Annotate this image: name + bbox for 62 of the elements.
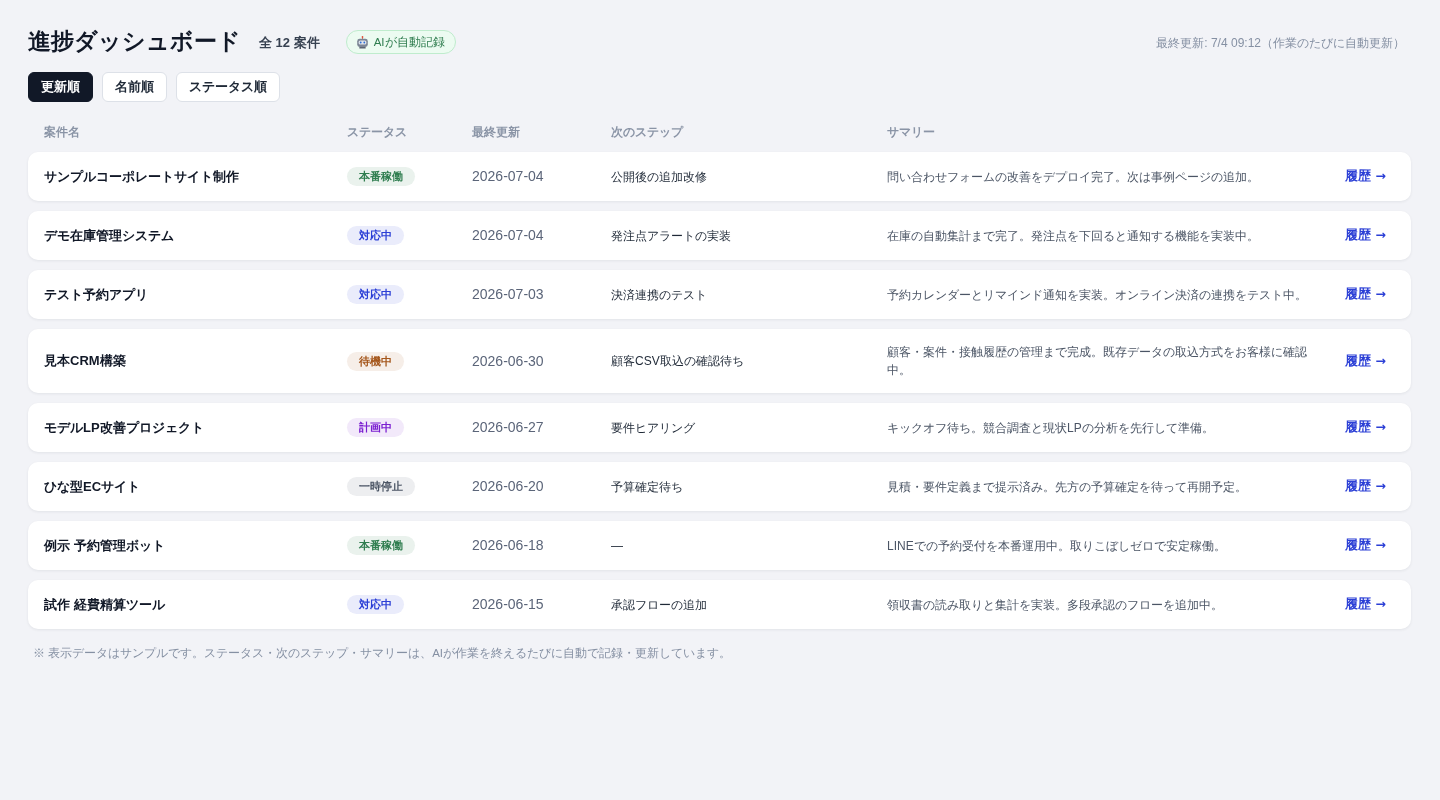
updated-date: 2026-07-04 [472, 167, 544, 187]
next-step-text: 予算確定待ち [611, 478, 683, 496]
updated-date: 2026-06-27 [472, 418, 544, 438]
project-name: サンプルコーポレートサイト制作 [44, 167, 239, 186]
summary-text: 在庫の自動集計まで完了。発注点を下回ると通知する機能を実装中。 [887, 227, 1259, 245]
last-updated-text: 最終更新: 7/4 09:12（作業のたびに自動更新） [1156, 35, 1405, 52]
project-name: テスト予約アプリ [44, 285, 148, 304]
sort-button[interactable]: 更新順 [28, 72, 93, 102]
history-link[interactable]: 履歴 → [1345, 595, 1386, 615]
updated-date: 2026-07-04 [472, 226, 544, 246]
column-header: 案件名 [44, 124, 80, 140]
project-name: モデルLP改善プロジェクト [44, 418, 204, 437]
history-link[interactable]: 履歴 → [1345, 418, 1386, 438]
status-label: 計画中 [347, 418, 404, 438]
updated-date: 2026-06-20 [472, 477, 544, 497]
robot-icon [355, 35, 369, 49]
column-header: 次のステップ [611, 124, 683, 140]
status-label: 対応中 [347, 595, 404, 615]
history-link[interactable]: 履歴 → [1345, 351, 1386, 371]
next-step-text: — [611, 537, 623, 555]
updated-date: 2026-06-30 [472, 351, 544, 371]
updated-date: 2026-06-15 [472, 595, 544, 615]
project-name: 試作 経費精算ツール [44, 595, 165, 614]
project-count: 全 12 案件 [259, 34, 320, 53]
summary-text: キックオフ待ち。競合調査と現状LPの分析を先行して準備。 [887, 419, 1214, 437]
summary-text: 見積・要件定義まで提示済み。先方の予算確定を待って再開予定。 [887, 478, 1247, 496]
history-link[interactable]: 履歴 → [1345, 167, 1386, 187]
status-label: 本番稼働 [347, 536, 415, 556]
history-link[interactable]: 履歴 → [1345, 536, 1386, 556]
summary-text: 顧客・案件・接触履歴の管理まで完成。既存データの取込方式をお客様に確認中。 [887, 344, 1308, 380]
next-step-text: 顧客CSV取込の確認待ち [611, 353, 744, 371]
next-step-text: 決済連携のテスト [611, 286, 707, 304]
next-step-text: 発注点アラートの実装 [611, 227, 731, 245]
summary-text: 領収書の読み取りと集計を実装。多段承認のフローを追加中。 [887, 596, 1223, 614]
summary-text: LINEでの予約受付を本番運用中。取りこぼしゼロで安定稼働。 [887, 537, 1226, 555]
status-label: 待機中 [347, 351, 404, 371]
ai-recording-badge: AIが自動記録 [345, 30, 456, 54]
status-label: 対応中 [347, 226, 404, 246]
updated-date: 2026-07-03 [472, 285, 544, 305]
sort-button[interactable]: ステータス順 [176, 72, 280, 102]
status-label: 本番稼働 [347, 167, 415, 187]
history-link[interactable]: 履歴 → [1345, 477, 1386, 497]
next-step-text: 承認フローの追加 [611, 596, 707, 614]
status-label: 対応中 [347, 285, 404, 305]
history-link[interactable]: 履歴 → [1345, 226, 1386, 246]
updated-date: 2026-06-18 [472, 536, 544, 556]
history-link[interactable]: 履歴 → [1345, 285, 1386, 305]
sort-button[interactable]: 名前順 [102, 72, 167, 102]
next-step-text: 公開後の追加改修 [611, 168, 707, 186]
footnote-text: ※ 表示データはサンプルです。ステータス・次のステップ・サマリーは、AIが作業を終えるたびに自動で記録・更新しています。 [32, 646, 733, 662]
next-step-text: 要件ヒアリング [611, 419, 695, 437]
project-name: 見本CRM構築 [44, 352, 126, 371]
project-name: ひな型ECサイト [44, 477, 141, 496]
column-header: サマリー [887, 125, 935, 140]
project-name: 例示 予約管理ボット [44, 536, 165, 555]
column-header: 最終更新 [472, 124, 520, 140]
page-title: 進捗ダッシュボード [28, 27, 241, 56]
project-name: デモ在庫管理システム [44, 226, 174, 245]
status-label: 一時停止 [347, 477, 415, 497]
summary-text: 予約カレンダーとリマインド通知を実装。オンライン決済の連携をテスト中。 [887, 286, 1307, 304]
summary-text: 問い合わせフォームの改善をデプロイ完了。次は事例ページの追加。 [887, 168, 1259, 186]
column-header: ステータス [347, 125, 407, 140]
